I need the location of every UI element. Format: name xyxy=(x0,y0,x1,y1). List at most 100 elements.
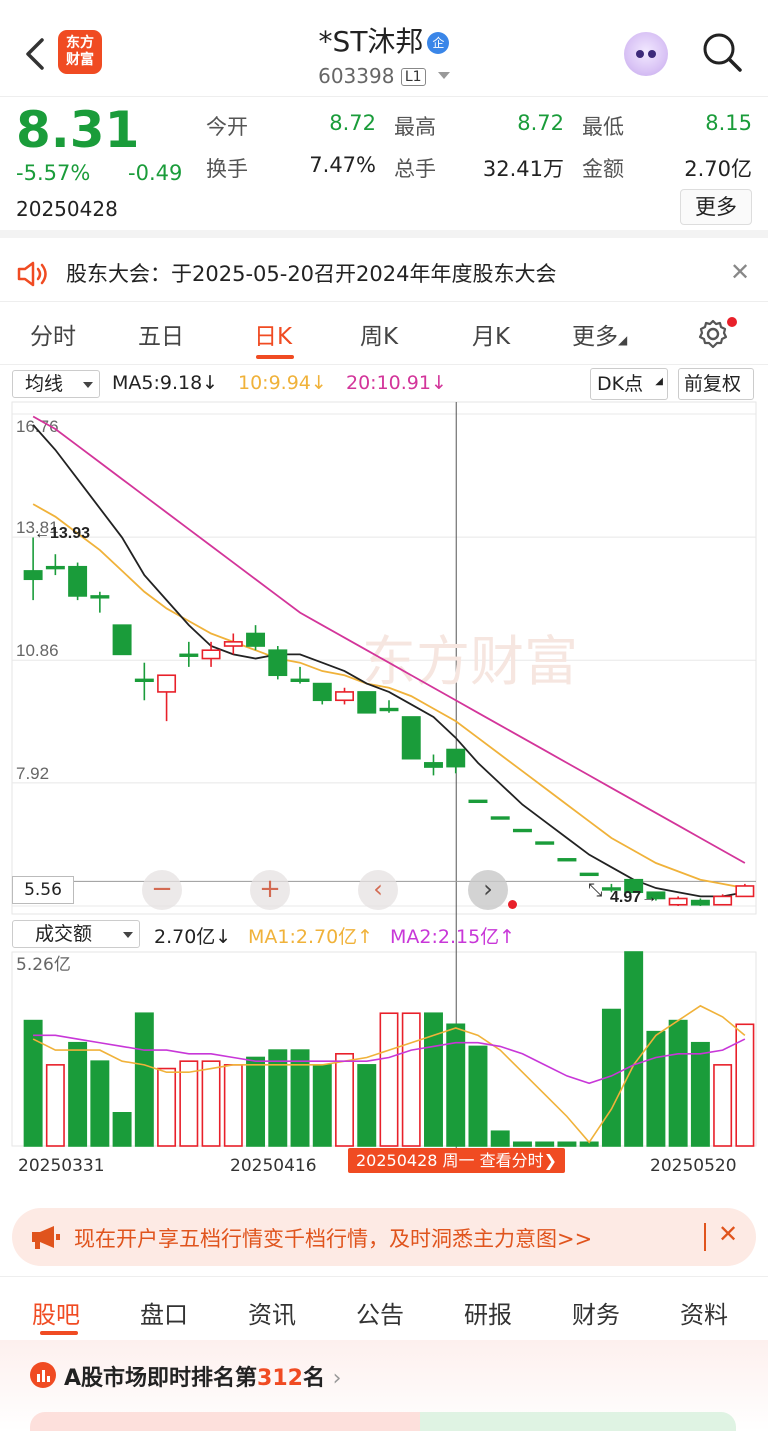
expand-icon[interactable]: ⤡ xyxy=(588,880,602,901)
volume-max-label: 5.26亿 xyxy=(16,955,71,975)
volume-bar xyxy=(490,1130,510,1147)
candle-body xyxy=(401,716,421,760)
volume-bar xyxy=(713,1064,733,1147)
candle xyxy=(357,691,377,714)
price-cursor-label: 5.56 xyxy=(12,876,74,904)
candle-body xyxy=(713,895,733,906)
candle xyxy=(690,898,710,906)
kline-chart[interactable]: 16.7613.8110.867.924.975.26亿 东方财富 ←13.93… xyxy=(0,0,768,1200)
volume-bar xyxy=(157,1067,177,1147)
candle xyxy=(201,641,221,667)
volume-bar xyxy=(624,951,644,1147)
y-tick-label: 10.86 xyxy=(16,641,59,660)
megaphone-icon xyxy=(32,1226,60,1249)
volume-bar xyxy=(535,1141,555,1147)
candle xyxy=(45,554,65,576)
volume-bar xyxy=(468,1045,488,1147)
active-tab-indicator xyxy=(40,1331,78,1335)
candle xyxy=(157,674,177,722)
candle xyxy=(112,624,132,656)
candle-body xyxy=(512,828,532,833)
volume-bar xyxy=(201,1060,221,1147)
candle-body xyxy=(424,762,443,768)
volume-bar xyxy=(112,1112,132,1147)
candle xyxy=(735,883,755,898)
candle-body xyxy=(446,748,466,768)
candle-body xyxy=(735,885,755,898)
volume-bar xyxy=(357,1064,377,1147)
candle xyxy=(446,748,466,774)
volume-bar xyxy=(246,1056,266,1147)
min-price-label: 4.97→ xyxy=(610,889,657,906)
x-tick-start: 20250331 xyxy=(18,1156,105,1176)
tab-pankou[interactable]: 盘口 xyxy=(140,1295,188,1330)
zoom-in-button[interactable]: + xyxy=(250,870,290,910)
volume-bar xyxy=(646,1030,666,1147)
candle xyxy=(401,716,421,760)
max-price-label: ←13.93 xyxy=(34,525,90,542)
ma10-line xyxy=(32,503,746,889)
tab-news[interactable]: 资讯 xyxy=(248,1295,296,1330)
scroll-right-button[interactable]: › xyxy=(468,870,508,910)
candle-body xyxy=(379,707,399,712)
tab-profile[interactable]: 资料 xyxy=(680,1295,728,1330)
candle xyxy=(179,641,199,667)
candle-body xyxy=(45,565,65,570)
candle-body xyxy=(179,653,199,657)
tab-guba[interactable]: 股吧 xyxy=(32,1295,80,1330)
candle-body xyxy=(668,897,688,906)
volume-bar xyxy=(90,1060,110,1147)
volume-bar xyxy=(401,1012,421,1147)
candle xyxy=(668,896,688,906)
chevron-right-icon: › xyxy=(332,1366,342,1391)
candle-body xyxy=(579,872,599,877)
watermark-logo: 东方财富 xyxy=(362,630,578,693)
candle xyxy=(424,754,443,776)
y-tick-label: 7.92 xyxy=(16,764,49,783)
candle-body xyxy=(535,841,555,845)
promo-banner[interactable]: 现在开户享五档行情变千档行情，及时洞悉主力意图>> ✕ xyxy=(12,1208,756,1266)
candle-body xyxy=(357,691,377,714)
candle xyxy=(268,646,288,680)
candle-body xyxy=(223,641,243,647)
rank-suffix: 名 xyxy=(302,1366,325,1391)
rank-bar-right xyxy=(420,1412,736,1431)
candle xyxy=(713,894,733,906)
candle xyxy=(379,700,399,713)
candle xyxy=(90,591,110,613)
candle-body xyxy=(112,624,132,656)
rank-text: A股市场即时排名第312名 › xyxy=(64,1360,341,1392)
close-icon[interactable]: ✕ xyxy=(718,1220,738,1248)
candle-body xyxy=(468,799,488,804)
candle xyxy=(290,666,310,684)
volume-bar xyxy=(335,1052,354,1147)
tab-finance[interactable]: 财务 xyxy=(572,1295,620,1330)
candle-body xyxy=(290,678,310,683)
volume-bar xyxy=(312,1064,332,1147)
volume-bar xyxy=(179,1060,199,1147)
candle-body xyxy=(335,691,354,702)
scroll-left-button[interactable]: ‹ xyxy=(358,870,398,910)
event-dot xyxy=(508,900,517,909)
rank-chart-icon xyxy=(30,1362,56,1388)
candle-body xyxy=(134,678,154,683)
market-rank-banner[interactable]: A股市场即时排名第312名 › xyxy=(0,1340,768,1431)
volume-bar xyxy=(668,1019,688,1147)
candle xyxy=(335,687,354,705)
volume-bar xyxy=(557,1141,577,1147)
promo-divider xyxy=(704,1223,706,1251)
candle-body xyxy=(68,565,88,597)
tab-announcements[interactable]: 公告 xyxy=(356,1295,404,1330)
tab-research[interactable]: 研报 xyxy=(464,1295,512,1330)
rank-number: 312 xyxy=(257,1366,303,1391)
candle xyxy=(579,872,599,877)
volume-bar xyxy=(45,1064,65,1147)
candle xyxy=(246,625,266,651)
crosshair-date-text: 20250428 周一 查看分时 xyxy=(356,1151,544,1170)
zoom-out-button[interactable]: − xyxy=(142,870,182,910)
crosshair-date-tooltip[interactable]: 20250428 周一 查看分时❯ xyxy=(348,1148,566,1173)
candle xyxy=(23,537,43,601)
x-tick-mid: 20250416 xyxy=(230,1156,317,1176)
candle xyxy=(134,662,154,701)
candle-body xyxy=(490,816,510,820)
